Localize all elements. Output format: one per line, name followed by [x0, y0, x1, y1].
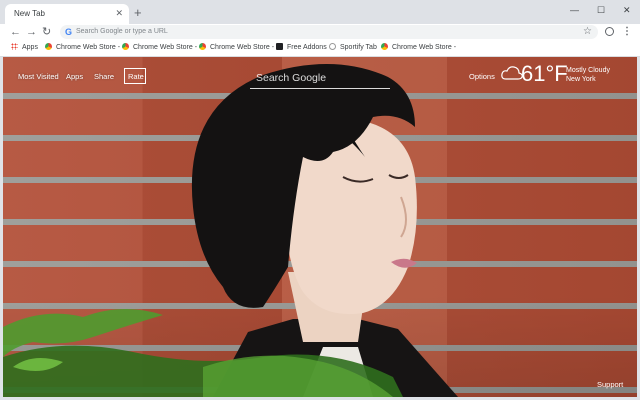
chrome-web-store-icon	[381, 43, 388, 50]
browser-window: New Tab ✕ + — ☐ ✕ ← → ↻ G Search Google …	[0, 0, 640, 400]
forward-icon[interactable]: →	[26, 25, 37, 39]
cloud-icon	[501, 66, 523, 80]
omnibox-placeholder: Search Google or type a URL	[76, 28, 168, 35]
bookmark-label: Chrome Web Store -	[56, 44, 121, 51]
addons-icon	[276, 43, 283, 50]
bookmark-star-icon[interactable]: ☆	[583, 25, 592, 38]
minimize-icon[interactable]: —	[570, 5, 579, 15]
bookmark-label: Chrome Web Store -	[210, 44, 275, 51]
weather-temperature: 61°F	[521, 61, 568, 86]
chrome-menu-icon[interactable]: ⋮	[622, 26, 632, 37]
support-link[interactable]: Support	[597, 380, 623, 390]
tab-strip: New Tab ✕ + — ☐ ✕	[0, 0, 640, 24]
rate-button[interactable]: Rate	[124, 68, 146, 84]
search-box[interactable]	[250, 66, 390, 89]
new-tab-button[interactable]: +	[134, 6, 142, 19]
tab-new-tab[interactable]: New Tab ✕	[5, 4, 129, 24]
bookmark-chrome-web-store-3[interactable]: Chrome Web Store -	[199, 43, 274, 53]
bookmarks-bar: Apps Chrome Web Store - Chrome Web Store…	[0, 40, 640, 57]
google-g-icon: G	[65, 27, 73, 37]
sportify-icon	[329, 43, 336, 50]
back-icon[interactable]: ←	[10, 25, 21, 39]
share-link[interactable]: Share	[94, 72, 114, 82]
toolbar: ← → ↻ G Search Google or type a URL ☆	[0, 24, 640, 40]
bookmark-chrome-web-store-2[interactable]: Chrome Web Store -	[122, 43, 197, 53]
chrome-web-store-icon	[199, 43, 206, 50]
bookmark-label: Apps	[22, 44, 38, 51]
foliage-foreground	[3, 308, 403, 397]
options-link[interactable]: Options	[469, 72, 495, 82]
apps-grid-icon	[11, 43, 18, 50]
weather-location: New York	[566, 76, 596, 83]
profile-avatar-icon[interactable]	[605, 27, 614, 36]
bookmark-apps[interactable]: Apps	[11, 43, 38, 53]
search-input[interactable]	[254, 69, 388, 87]
apps-link[interactable]: Apps	[66, 72, 83, 82]
bookmark-label: Chrome Web Store -	[133, 44, 198, 51]
tab-title: New Tab	[14, 9, 45, 18]
omnibox[interactable]: G Search Google or type a URL ☆	[60, 25, 598, 39]
tab-close-icon[interactable]: ✕	[115, 8, 123, 18]
weather-condition: Mostly Cloudy	[566, 67, 610, 74]
bookmark-label: Sportify Tab	[340, 44, 377, 51]
chrome-web-store-icon	[45, 43, 52, 50]
bookmark-label: Chrome Web Store -	[392, 44, 457, 51]
most-visited-link[interactable]: Most Visited	[18, 72, 59, 82]
rate-label: Rate	[128, 72, 144, 81]
new-tab-page: Most Visited Apps Share Rate Options 61°…	[3, 57, 637, 397]
bookmark-free-addons[interactable]: Free Addons	[276, 43, 327, 53]
bookmark-sportify-tab[interactable]: Sportify Tab	[329, 43, 377, 53]
bookmark-chrome-web-store-1[interactable]: Chrome Web Store -	[45, 43, 120, 53]
window-close-icon[interactable]: ✕	[623, 5, 631, 15]
reload-icon[interactable]: ↻	[42, 25, 51, 39]
chrome-web-store-icon	[122, 43, 129, 50]
maximize-icon[interactable]: ☐	[597, 5, 605, 15]
bookmark-chrome-web-store-4[interactable]: Chrome Web Store -	[381, 43, 456, 53]
bookmark-label: Free Addons	[287, 44, 327, 51]
